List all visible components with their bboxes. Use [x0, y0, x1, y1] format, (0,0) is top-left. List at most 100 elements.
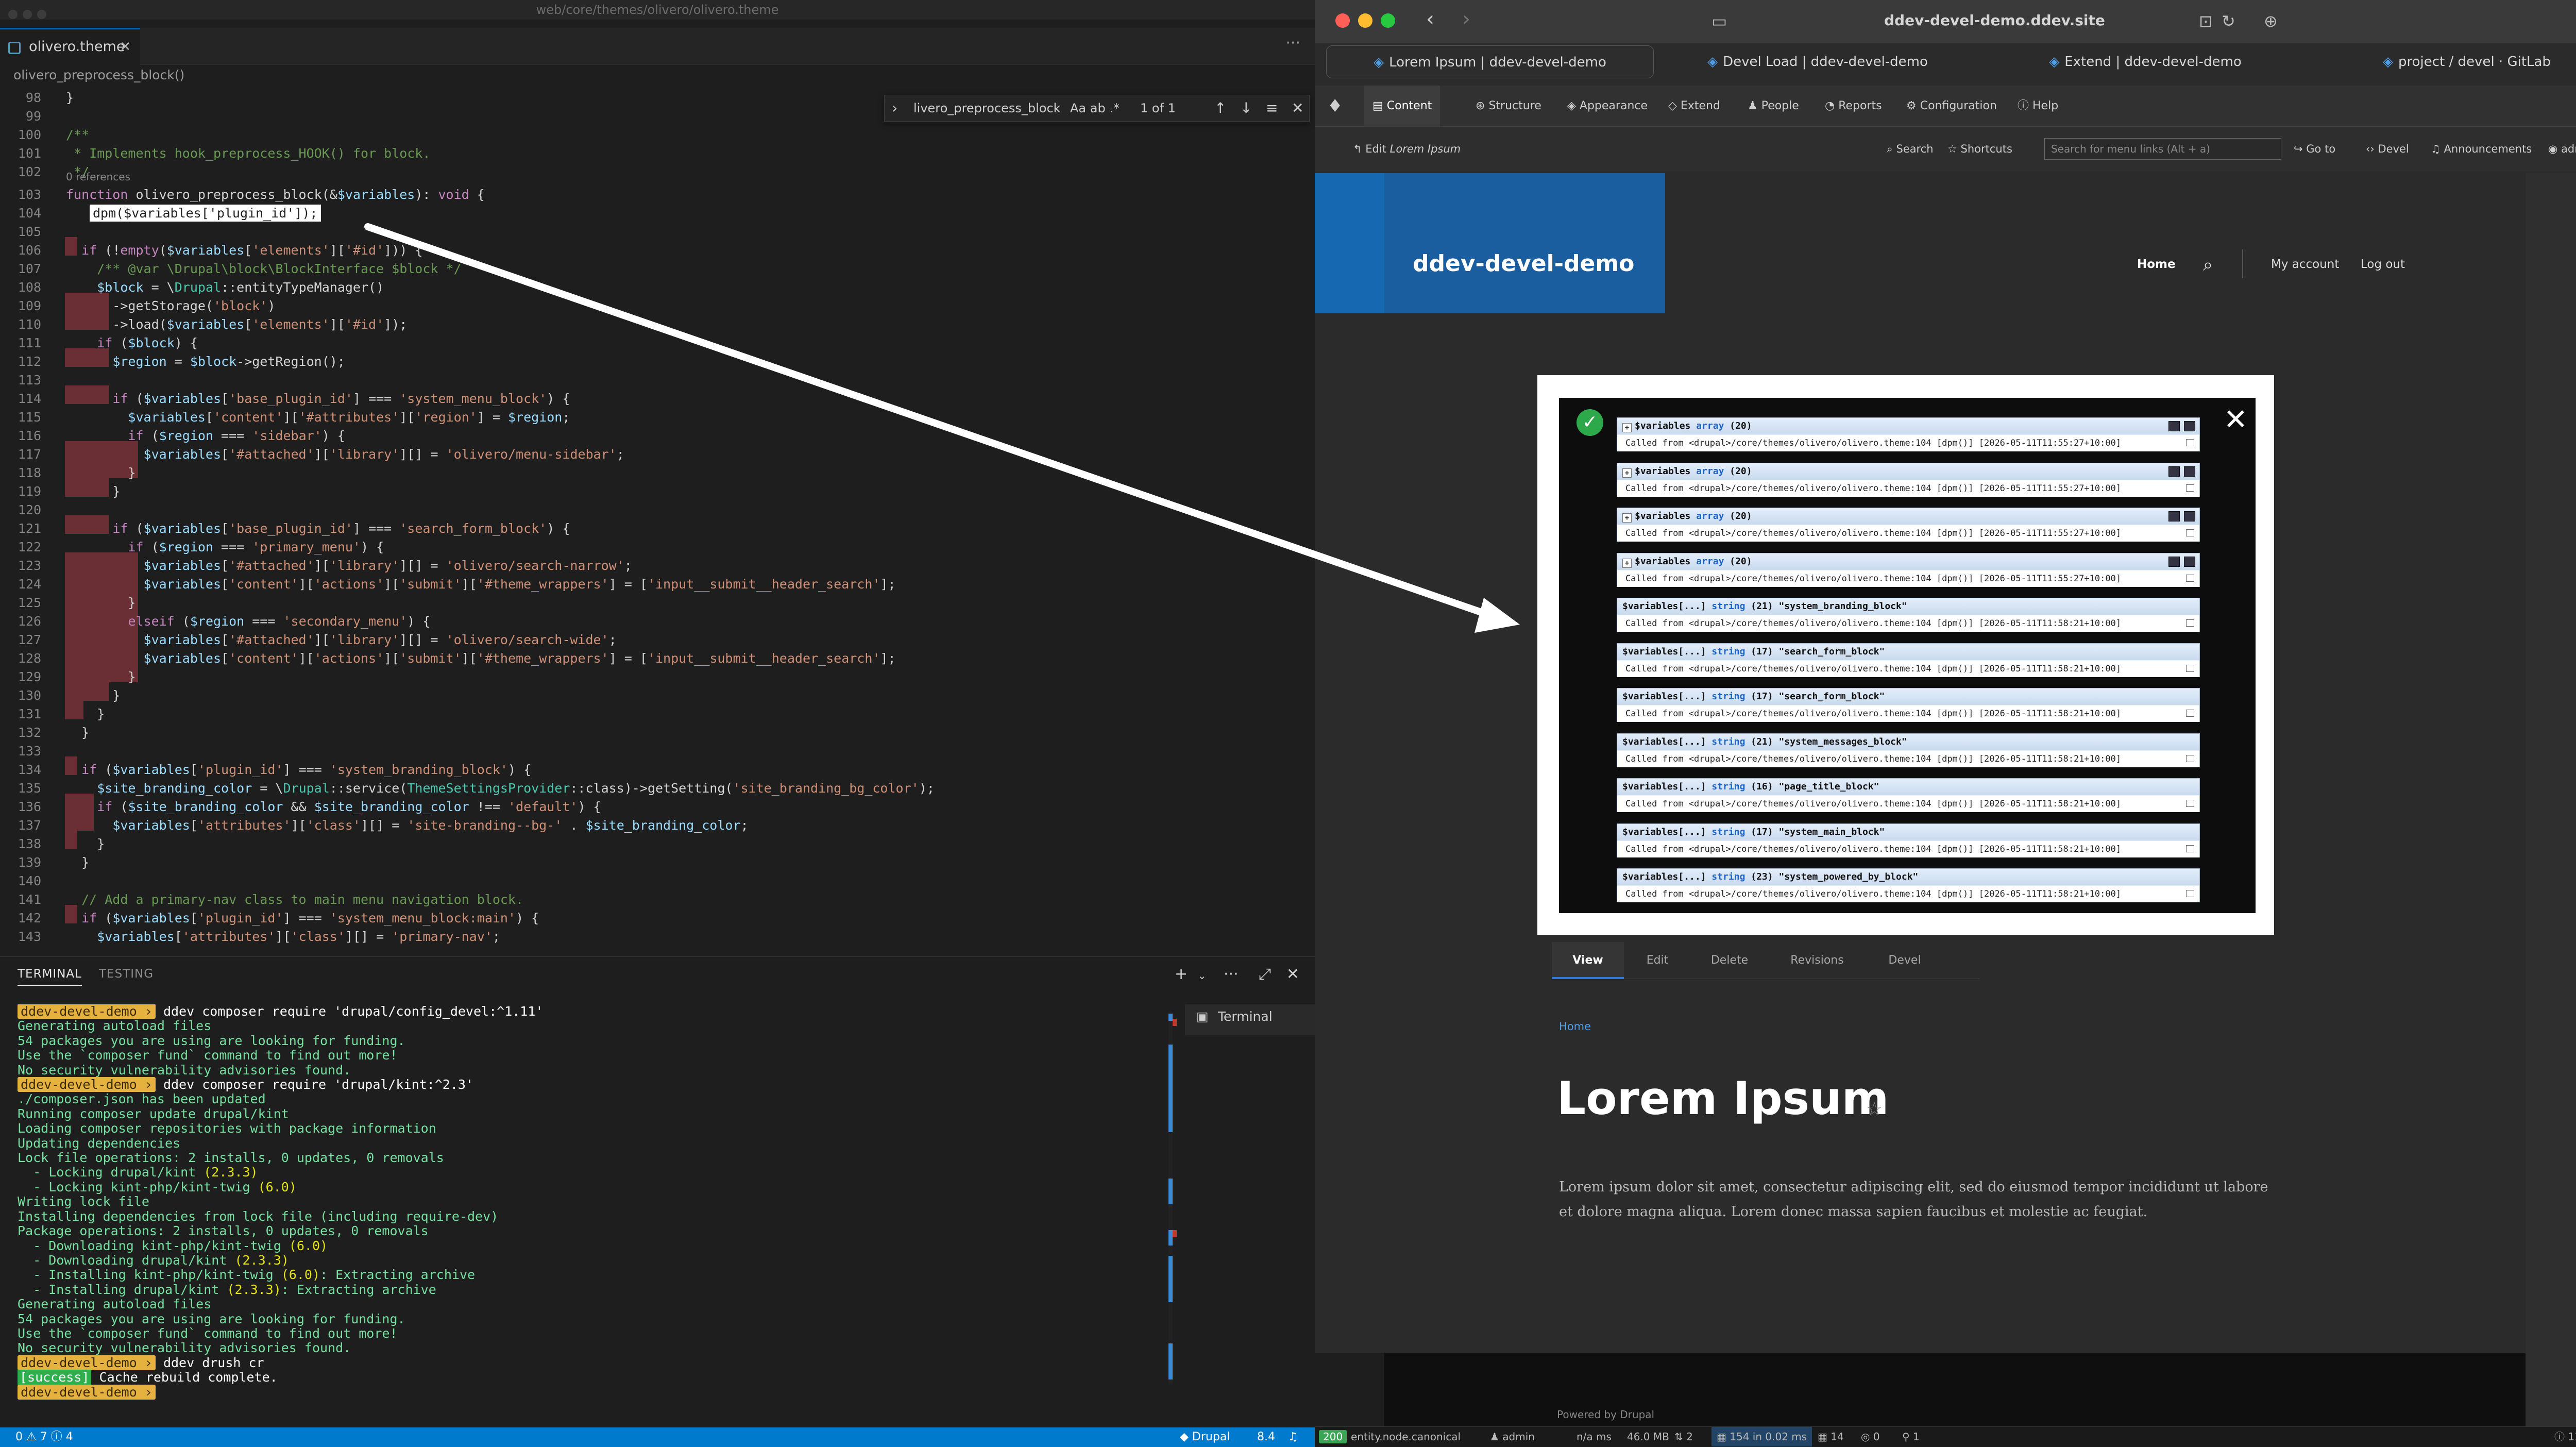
- tab-testing[interactable]: TESTING: [99, 967, 154, 981]
- find-options[interactable]: Aa ab .*: [1070, 95, 1120, 121]
- code-line[interactable]: }: [66, 594, 135, 612]
- drupal-version[interactable]: ⓘ 11.3.8: [2554, 1427, 2576, 1446]
- kint-access-path-icon[interactable]: [2168, 556, 2180, 567]
- tab-view[interactable]: View: [1552, 942, 1624, 979]
- kint-trace-icon[interactable]: [2186, 484, 2194, 492]
- code-line[interactable]: ->load($variables['elements']['#id']);: [66, 315, 407, 334]
- kint-dump[interactable]: $variables[...] string (17) "search_form…: [1617, 643, 2200, 677]
- code-line[interactable]: }: [66, 705, 105, 724]
- kint-trace-icon[interactable]: [2186, 574, 2194, 582]
- breadcrumb-home[interactable]: Home: [1559, 1020, 1591, 1033]
- close-window-button[interactable]: [1335, 13, 1350, 28]
- kint-trace-icon[interactable]: [2186, 754, 2194, 762]
- route-name[interactable]: entity.node.canonical: [1351, 1427, 1461, 1446]
- kint-trace-icon[interactable]: [2186, 845, 2194, 852]
- main-menu-home[interactable]: Home: [2137, 258, 2176, 271]
- kint-dump-header[interactable]: + $variables array (20): [1617, 418, 2199, 434]
- kint-dump-header[interactable]: $variables[...] string (16) "page_title_…: [1617, 779, 2199, 795]
- close-dialog-icon[interactable]: ✕: [2224, 403, 2248, 436]
- browser-tab-lorem-ipsum[interactable]: ◈ Lorem Ipsum | ddev-devel-demo: [1326, 45, 1654, 78]
- close-icon[interactable]: ✕: [120, 29, 131, 64]
- search-icon[interactable]: ⌕: [2203, 255, 2213, 275]
- minimize-window-button[interactable]: [1358, 13, 1372, 28]
- site-name[interactable]: ddev-devel-demo: [1413, 250, 1634, 277]
- code-lens-references[interactable]: 0 references: [66, 170, 130, 183]
- kint-trace-icon[interactable]: [2186, 529, 2194, 536]
- kint-dump-header[interactable]: $variables[...] string (17) "system_main…: [1617, 823, 2199, 840]
- code-line[interactable]: }: [66, 482, 120, 501]
- terminal-output[interactable]: ddev-devel-demo › ddev composer require …: [18, 1004, 1161, 1422]
- code-line[interactable]: ->getStorage('block'): [66, 297, 275, 315]
- more-icon[interactable]: ···: [1224, 965, 1239, 983]
- admin-menu-appearance[interactable]: ◈ Appearance: [1567, 86, 1648, 127]
- main-menu-logout[interactable]: Log out: [2361, 258, 2405, 271]
- php-version[interactable]: 8.4: [1257, 1427, 1275, 1447]
- expand-icon[interactable]: +: [1622, 468, 1632, 478]
- request-metric[interactable]: ⇅ 2: [1674, 1427, 1693, 1446]
- expand-icon[interactable]: +: [1622, 513, 1632, 523]
- problems-count[interactable]: 0 ⚠ 7 ⓘ 4: [15, 1427, 73, 1447]
- expand-icon[interactable]: +: [1622, 558, 1632, 568]
- powered-by[interactable]: Powered by Drupal: [1557, 1408, 1654, 1421]
- views-metric[interactable]: ◎ 0: [1861, 1427, 1880, 1446]
- code-line[interactable]: /** @var \Drupal\block\BlockInterface $b…: [66, 260, 461, 278]
- kint-expand-all-icon[interactable]: [2184, 511, 2195, 521]
- kint-dump[interactable]: $variables[...] string (17) "search_form…: [1617, 688, 2200, 722]
- code-line[interactable]: if ($variables['base_plugin_id'] === 'se…: [66, 519, 570, 538]
- breadcrumb-symbol[interactable]: olivero_preprocess_block(): [13, 68, 184, 82]
- find-in-selection-icon[interactable]: ≡: [1266, 95, 1278, 121]
- kint-dump[interactable]: $variables[...] string (21) "system_mess…: [1617, 733, 2200, 767]
- admin-menu-people[interactable]: ♟ People: [1748, 86, 1799, 127]
- code-line[interactable]: $variables['content']['actions']['submit…: [66, 649, 896, 668]
- kint-dump[interactable]: $variables[...] string (23) "system_powe…: [1617, 868, 2200, 902]
- code-line[interactable]: if ($region === 'primary_menu') {: [66, 538, 384, 557]
- code-line[interactable]: if ($variables['plugin_id'] === 'system_…: [66, 761, 531, 779]
- kint-dump[interactable]: $variables[...] string (17) "system_main…: [1617, 823, 2200, 857]
- add-terminal-icon[interactable]: +: [1175, 965, 1188, 983]
- code-line[interactable]: $variables['#attached']['library'][] = '…: [66, 557, 632, 575]
- download-icon[interactable]: ⊕: [2264, 11, 2278, 31]
- kint-dump-header[interactable]: $variables[...] string (23) "system_powe…: [1617, 869, 2199, 885]
- kint-dump[interactable]: + $variables array (20) Called from <drupa…: [1617, 417, 2200, 451]
- code-line[interactable]: }: [66, 686, 120, 705]
- devel-link[interactable]: ‹› Devel: [2366, 127, 2409, 171]
- find-input[interactable]: livero_preprocess_block: [913, 95, 1061, 121]
- code-line[interactable]: if ($block) {: [66, 334, 198, 352]
- code-line[interactable]: }: [66, 835, 105, 853]
- code-line[interactable]: dpm($variables['plugin_id']);: [90, 204, 321, 223]
- kint-trace-icon[interactable]: [2186, 800, 2194, 807]
- terminal-instance[interactable]: ▣ Terminal: [1185, 1004, 1315, 1035]
- main-menu-my-account[interactable]: My account: [2271, 258, 2339, 271]
- kint-dump-header[interactable]: + $variables array (20): [1617, 463, 2199, 480]
- maximize-icon[interactable]: ⤢: [1259, 965, 1271, 983]
- tab-terminal[interactable]: TERMINAL: [18, 967, 82, 986]
- tab-devel[interactable]: Devel: [1866, 942, 1943, 979]
- admin-menu-help[interactable]: ⓘ Help: [2018, 86, 2058, 127]
- kint-trace-icon[interactable]: [2186, 890, 2194, 897]
- goto-link[interactable]: ↪ Go to: [2294, 127, 2335, 171]
- admin-menu-extend[interactable]: ◇ Extend: [1668, 86, 1720, 127]
- kint-trace-icon[interactable]: [2186, 439, 2194, 446]
- kint-dump[interactable]: + $variables array (20) Called from <drupa…: [1617, 508, 2200, 542]
- browser-tab-devel-load[interactable]: ◈ Devel Load | ddev-devel-demo: [1654, 45, 1981, 78]
- code-line[interactable]: $site_branding_color = \Drupal::service(…: [66, 779, 935, 798]
- kint-access-path-icon[interactable]: [2168, 511, 2180, 521]
- kint-dump[interactable]: $variables[...] string (16) "page_title_…: [1617, 778, 2200, 812]
- kint-dump-header[interactable]: + $variables array (20): [1617, 508, 2199, 525]
- browser-tab-gitlab[interactable]: ◈ project / devel · GitLab: [2309, 45, 2576, 78]
- tab-edit[interactable]: Edit: [1624, 942, 1691, 979]
- kint-access-path-icon[interactable]: [2168, 466, 2180, 477]
- language-mode[interactable]: ◆ Drupal: [1180, 1427, 1230, 1447]
- code-line[interactable]: if ($region === 'sidebar') {: [66, 427, 345, 445]
- back-icon[interactable]: ‹: [1426, 7, 1434, 31]
- code-line[interactable]: $variables['attributes']['class'][] = 'p…: [66, 928, 500, 946]
- database-metric[interactable]: ▦ 154 in 0.02 ms: [1711, 1427, 1812, 1446]
- window-controls[interactable]: [1335, 13, 1403, 30]
- tab-revisions[interactable]: Revisions: [1768, 942, 1866, 979]
- code-line[interactable]: $block = \Drupal::entityTypeManager(): [66, 278, 384, 297]
- code-line[interactable]: $variables['content']['#attributes']['re…: [66, 408, 570, 427]
- code-area[interactable]: 98} 99 100 /** 101 * Implements hook_preproc…: [0, 86, 1315, 956]
- menu-search-input[interactable]: Search for menu links (Alt + a): [2044, 138, 2281, 160]
- shortcuts-link[interactable]: ☆ Shortcuts: [1947, 127, 2012, 171]
- kint-expand-all-icon[interactable]: [2184, 421, 2195, 431]
